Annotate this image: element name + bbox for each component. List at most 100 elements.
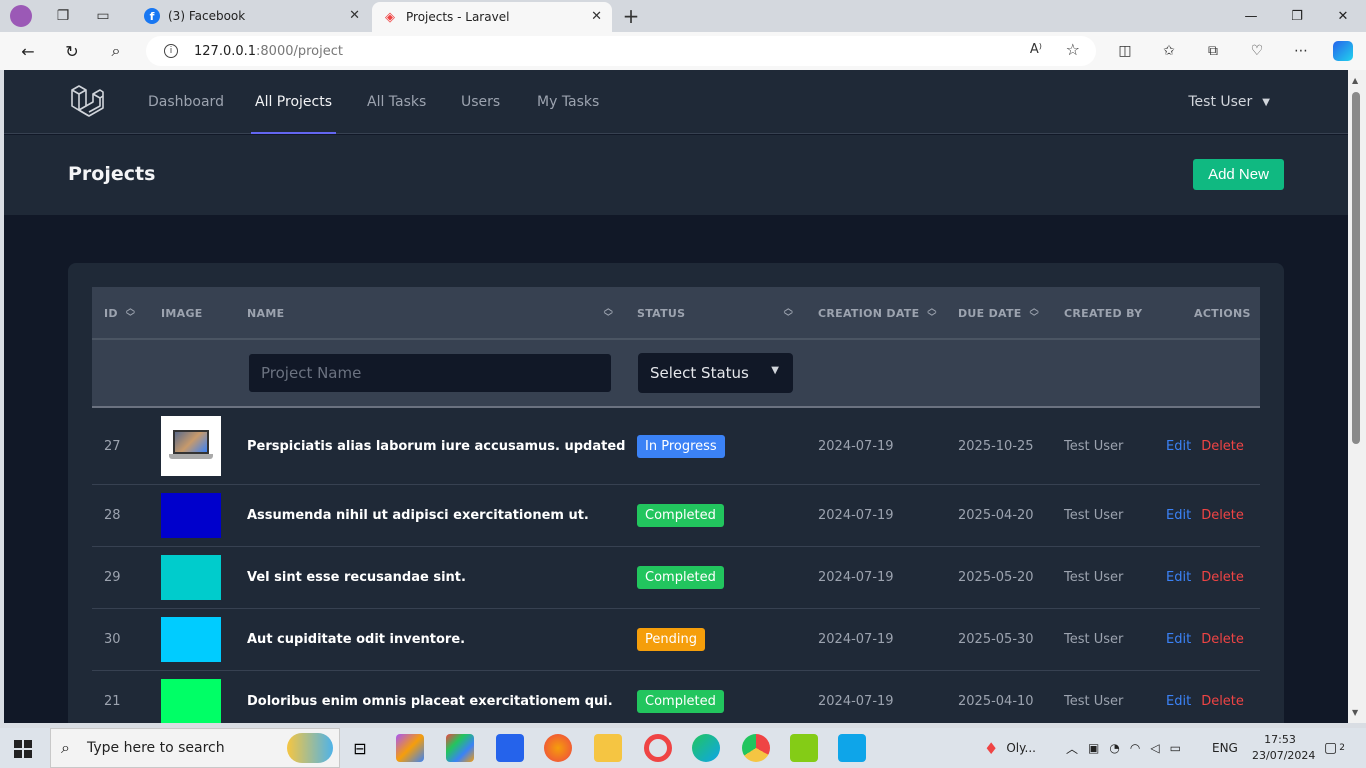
- actions-cell: Edit Delete: [1166, 609, 1244, 670]
- copilot-icon[interactable]: [1332, 40, 1354, 62]
- back-icon[interactable]: ←: [14, 38, 42, 64]
- sort-icon: ︿ ﹀: [1029, 303, 1039, 323]
- project-name-link[interactable]: Vel sint esse recusandae sint.: [247, 547, 466, 608]
- more-menu-icon[interactable]: ⋯: [1290, 40, 1312, 62]
- browser-essentials-icon[interactable]: ♡: [1246, 40, 1268, 62]
- wifi-icon[interactable]: ◠: [1130, 741, 1150, 755]
- delete-link[interactable]: Delete: [1201, 570, 1244, 585]
- col-due-date[interactable]: DUE DATE ︿ ﹀: [958, 287, 1039, 340]
- col-id[interactable]: ID ︿ ﹀: [104, 287, 135, 340]
- project-thumbnail: [161, 493, 221, 538]
- nav-all-tasks[interactable]: All Tasks: [367, 70, 426, 134]
- scroll-down-icon[interactable]: ▼: [1352, 708, 1358, 717]
- search-highlight-icon: [287, 733, 333, 763]
- nav-all-projects[interactable]: All Projects: [251, 70, 336, 134]
- created-by: Test User: [1064, 632, 1124, 647]
- volume-icon[interactable]: ◁: [1150, 741, 1169, 755]
- notification-icon: ▢: [1324, 740, 1338, 756]
- close-icon[interactable]: ✕: [349, 8, 360, 23]
- refresh-icon[interactable]: ↻: [58, 38, 86, 64]
- tab-actions-icon[interactable]: ▭: [90, 3, 116, 29]
- network-icon[interactable]: ◔: [1109, 741, 1129, 755]
- col-name[interactable]: NAME ︿ ﹀: [247, 287, 613, 340]
- close-window-icon[interactable]: ✕: [1320, 0, 1366, 32]
- scrollbar-thumb[interactable]: [1352, 92, 1360, 444]
- project-name-link[interactable]: Assumenda nihil ut adipisci exercitation…: [247, 485, 589, 546]
- tray-icons: ︿ ▣ ◔ ◠ ◁ ▭: [1066, 728, 1191, 768]
- close-icon[interactable]: ✕: [591, 9, 602, 24]
- vscode-icon[interactable]: [838, 734, 866, 762]
- file-explorer-icon[interactable]: [594, 734, 622, 762]
- delete-link[interactable]: Delete: [1201, 508, 1244, 523]
- status-filter-select[interactable]: Select Status ▼: [638, 353, 793, 393]
- project-name-link[interactable]: Perspiciatis alias laborum iure accusamu…: [247, 408, 625, 484]
- collections-icon[interactable]: ⧉: [1202, 40, 1224, 62]
- taskbar-search-box[interactable]: ⌕ Type here to search: [50, 728, 340, 768]
- tab-title: (3) Facebook: [168, 9, 246, 23]
- site-info-icon[interactable]: i: [164, 44, 178, 58]
- url-field[interactable]: i 127.0.0.1:8000/project A⁾ ☆: [146, 36, 1096, 66]
- favorites-icon[interactable]: ✩: [1158, 40, 1180, 62]
- workspaces-icon[interactable]: ❐: [50, 3, 76, 29]
- edit-link[interactable]: Edit: [1166, 632, 1191, 647]
- row-id: 29: [104, 570, 121, 585]
- mail-icon[interactable]: [496, 734, 524, 762]
- minimize-icon[interactable]: —: [1228, 0, 1274, 32]
- taskbar-clock[interactable]: 17:53 23/07/2024: [1252, 732, 1315, 764]
- created-by: Test User: [1064, 508, 1124, 523]
- firefox-icon[interactable]: [544, 734, 572, 762]
- opera-icon[interactable]: [644, 734, 672, 762]
- edit-link[interactable]: Edit: [1166, 508, 1191, 523]
- project-name-link[interactable]: Doloribus enim omnis placeat exercitatio…: [247, 671, 613, 723]
- nav-dashboard[interactable]: Dashboard: [148, 70, 224, 134]
- store-icon[interactable]: [446, 734, 474, 762]
- app-icon[interactable]: [790, 734, 818, 762]
- tab-facebook[interactable]: f (3) Facebook ✕: [134, 1, 370, 31]
- row-id: 27: [104, 438, 121, 454]
- weather-text: Oly...: [1006, 741, 1036, 755]
- taskbar-search-placeholder: Type here to search: [87, 740, 225, 756]
- notification-center[interactable]: ▢ 2: [1324, 728, 1345, 768]
- col-creation-date[interactable]: CREATION DATE ︿ ﹀: [818, 287, 937, 340]
- add-new-button[interactable]: Add New: [1193, 159, 1284, 190]
- nav-users[interactable]: Users: [461, 70, 500, 134]
- chevron-up-icon[interactable]: ︿: [1066, 740, 1088, 757]
- scroll-up-icon[interactable]: ▲: [1352, 76, 1358, 85]
- new-tab-button[interactable]: +: [618, 3, 644, 29]
- language-indicator[interactable]: ENG: [1212, 728, 1238, 768]
- favorite-star-icon[interactable]: ☆: [1066, 40, 1080, 59]
- due-date: 2025-10-25: [958, 438, 1034, 454]
- user-menu[interactable]: Test User ▼: [1188, 70, 1270, 134]
- nav-my-tasks[interactable]: My Tasks: [537, 70, 599, 134]
- edit-link[interactable]: Edit: [1166, 570, 1191, 585]
- laravel-logo-icon[interactable]: [70, 84, 104, 120]
- edit-link[interactable]: Edit: [1166, 694, 1191, 709]
- windows-start-icon[interactable]: [14, 740, 32, 758]
- edit-link[interactable]: Edit: [1166, 439, 1191, 454]
- project-name-filter-input[interactable]: [248, 353, 612, 393]
- tab-title: Projects - Laravel: [406, 10, 510, 24]
- status-cell: Completed: [637, 671, 724, 723]
- restore-icon[interactable]: ❐: [1274, 0, 1320, 32]
- camera-icon[interactable]: ▣: [1088, 741, 1109, 755]
- split-screen-icon[interactable]: ◫: [1114, 40, 1136, 62]
- delete-link[interactable]: Delete: [1201, 439, 1244, 454]
- search-icon[interactable]: ⌕: [102, 38, 130, 64]
- project-name-link[interactable]: Aut cupiditate odit inventore.: [247, 609, 465, 670]
- battery-icon[interactable]: ▭: [1170, 741, 1191, 755]
- delete-link[interactable]: Delete: [1201, 632, 1244, 647]
- col-status[interactable]: STATUS ︿ ﹀: [637, 287, 793, 340]
- status-badge: In Progress: [637, 434, 725, 458]
- edge-icon[interactable]: [692, 734, 720, 762]
- read-aloud-icon[interactable]: A⁾: [1030, 42, 1042, 57]
- chrome-icon[interactable]: [742, 734, 770, 762]
- profile-avatar-icon[interactable]: [8, 3, 34, 29]
- page-scrollbar[interactable]: ▲ ▼: [1348, 70, 1366, 723]
- copilot-taskbar-icon[interactable]: [396, 734, 424, 762]
- weather-widget[interactable]: ♦ Oly...: [984, 728, 1036, 768]
- page-header: Projects Add New: [4, 135, 1348, 215]
- delete-link[interactable]: Delete: [1201, 694, 1244, 709]
- sort-icon: ︿ ﹀: [125, 303, 136, 323]
- task-view-icon[interactable]: ⊟: [346, 734, 374, 762]
- tab-projects-laravel[interactable]: ◈ Projects - Laravel ✕: [372, 2, 612, 32]
